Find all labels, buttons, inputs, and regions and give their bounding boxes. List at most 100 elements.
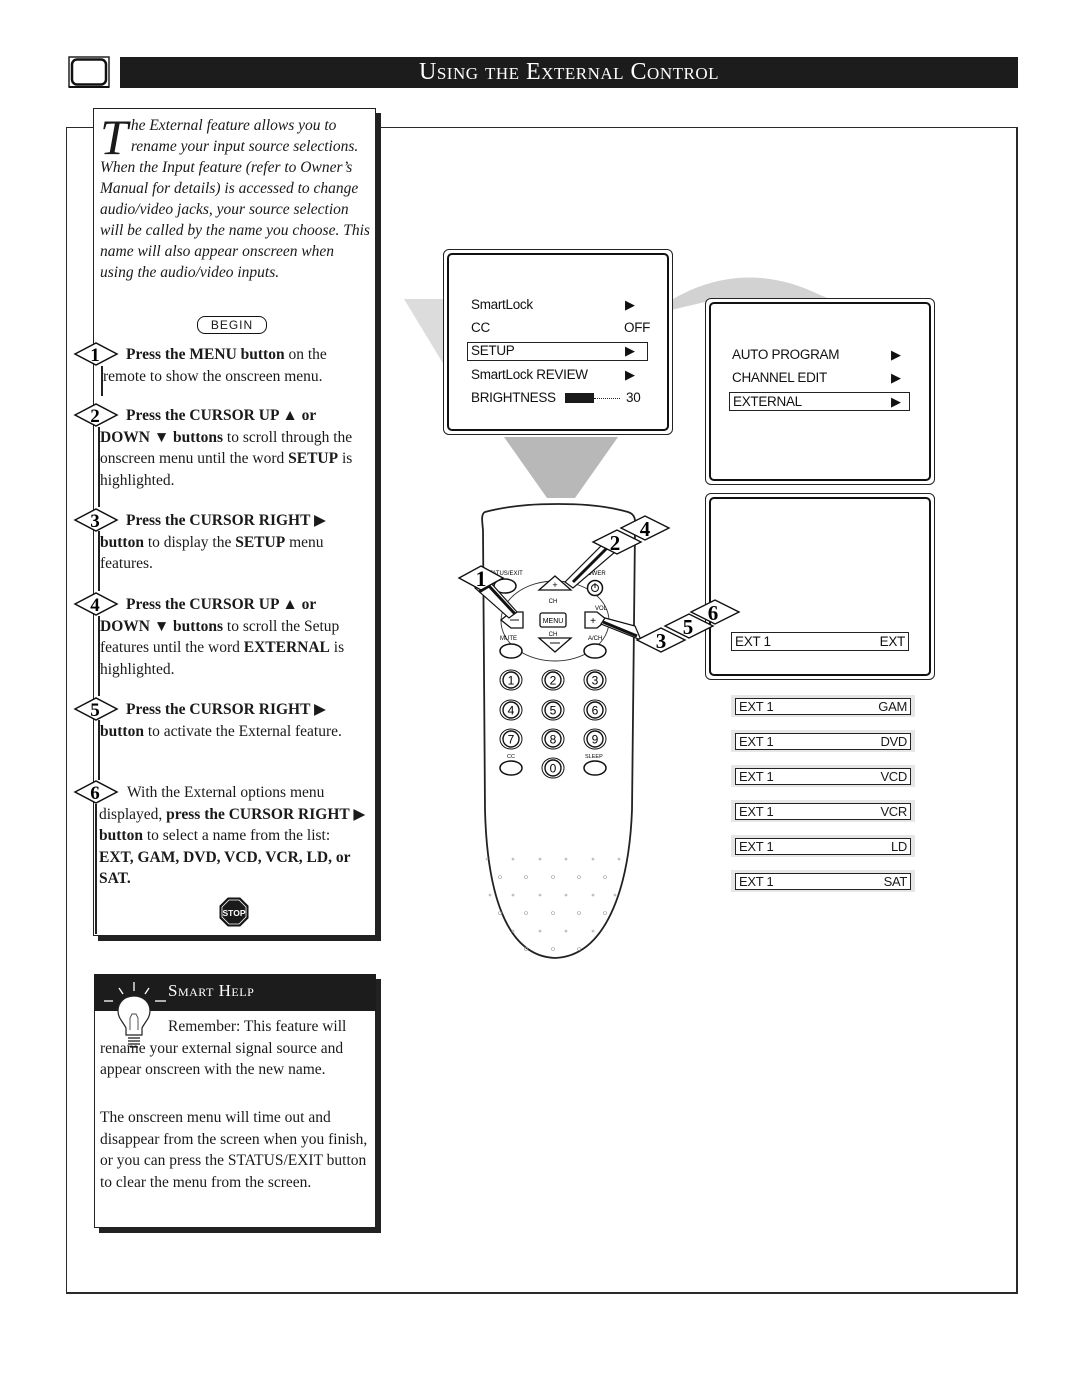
option-source: EXT 1 — [739, 839, 774, 854]
option-value: LD — [890, 839, 907, 854]
cc-button — [499, 760, 523, 776]
digit-key-5: 5 — [541, 699, 565, 721]
option-source: EXT 1 — [739, 874, 774, 889]
digit-label: 6 — [592, 704, 599, 718]
step-2-text: Press the CURSOR UP ▲ or DOWN ▼ buttons … — [100, 405, 368, 491]
stop-label: STOP — [223, 908, 246, 918]
smart-help-para1-text: Remember: This feature will rename your … — [100, 1018, 347, 1078]
callout-number-3: 3 — [656, 629, 667, 653]
step-3-rest: to display the — [143, 533, 236, 551]
option-value: DVD — [880, 734, 907, 749]
step-2-number: 2 — [90, 406, 100, 427]
tv-icon — [68, 56, 110, 88]
smart-help-para1: Remember: This feature will rename your … — [100, 1016, 373, 1081]
menu-item-smartlock: SmartLock — [471, 297, 533, 312]
option-value: SAT — [883, 874, 908, 889]
smart-help-para2: The onscreen menu will time out and disa… — [100, 1109, 368, 1191]
option-value: VCR — [880, 804, 907, 819]
cc-label: CC — [507, 754, 515, 760]
menu-item-auto-program: AUTO PROGRAM — [732, 347, 840, 362]
chevron-right-icon: ▶ — [625, 367, 635, 382]
speaker-hole — [488, 893, 492, 897]
brightness-bar-fill — [565, 393, 594, 403]
external-option-row: EXT 1 VCD — [731, 765, 915, 787]
chevron-right-icon: ▶ — [625, 343, 635, 358]
digit-label: 2 — [550, 674, 557, 688]
step-5-number: 5 — [90, 700, 100, 721]
intro-dropcap: T — [100, 109, 128, 165]
step-2-bold2: SETUP — [288, 450, 339, 467]
external-option-row: EXT 1 LD — [731, 835, 915, 857]
step-5-text: Press the CURSOR RIGHT ▶ button to activ… — [100, 699, 362, 742]
begin-badge: BEGIN — [197, 316, 267, 334]
step-4-text: Press the CURSOR UP ▲ or DOWN ▼ buttons … — [100, 594, 368, 680]
digit-key-1: 1 — [499, 669, 523, 691]
digit-label: 1 — [508, 674, 515, 688]
step-3-bold2: SETUP — [235, 533, 286, 551]
digit-label: 3 — [592, 674, 599, 688]
callout-badges: 1 2 4 3 5 6 — [457, 515, 741, 653]
menu-item-channel-edit: CHANNEL EDIT — [732, 370, 827, 385]
brightness-bar-track — [594, 398, 620, 399]
menu-item-brightness-value: 30 — [626, 390, 641, 405]
digit-key-3: 3 — [583, 669, 607, 691]
external-source-row: EXT 1 EXT — [731, 632, 909, 651]
step-4-bold2: EXTERNAL — [243, 639, 330, 656]
digit-key-4: 4 — [499, 699, 523, 721]
external-option-row: EXT 1 VCR — [731, 800, 915, 822]
external-source-value: EXT — [879, 634, 906, 649]
digit-label: 4 — [508, 704, 515, 718]
digit-label: 9 — [592, 733, 599, 747]
callout-number-6: 6 — [708, 601, 719, 625]
step-4-number: 4 — [90, 595, 100, 616]
digit-key-8: 8 — [541, 728, 565, 750]
digit-key-9: 9 — [583, 728, 607, 750]
menu-item-external: EXTERNAL — [733, 394, 802, 409]
chevron-right-icon: ▶ — [625, 297, 635, 312]
callout-number-2: 2 — [610, 531, 621, 555]
sleep-label: SLEEP — [585, 754, 603, 760]
option-value: VCD — [880, 769, 907, 784]
callout-number-1: 1 — [476, 566, 487, 591]
callout-number-4: 4 — [640, 517, 651, 541]
option-source: EXT 1 — [739, 734, 774, 749]
external-option-row: EXT 1 GAM — [731, 695, 915, 717]
intro-paragraph: The External feature allows you to renam… — [100, 109, 370, 283]
chevron-right-icon: ▶ — [891, 347, 901, 362]
digit-key-0: 0 — [541, 757, 565, 779]
option-value: GAM — [878, 699, 907, 714]
step-1-text: Press the MENU button on the remote to s… — [103, 344, 365, 387]
step-1-bold: Press the MENU button — [126, 346, 285, 363]
chevron-right-icon: ▶ — [891, 394, 901, 409]
menu-item-cc: CC — [471, 320, 490, 335]
digit-key-6: 6 — [583, 699, 607, 721]
step-6-bold2: EXT, GAM, DVD, VCD, VCR, LD, or SAT. — [99, 848, 351, 888]
external-option-row: EXT 1 DVD — [731, 730, 915, 752]
step-1-number: 1 — [90, 345, 100, 366]
digit-key-2: 2 — [541, 669, 565, 691]
option-source: EXT 1 — [739, 699, 774, 714]
page-title-bar: Using the External Control — [120, 57, 1018, 88]
menu-item-brightness: BRIGHTNESS — [471, 390, 556, 405]
speaker-hole — [485, 857, 489, 861]
step-3-number: 3 — [90, 511, 100, 532]
digit-key-7: 7 — [499, 728, 523, 750]
step-6-rest: to select a name from the list: — [142, 827, 331, 844]
callout-number-5: 5 — [683, 615, 694, 639]
step-6-text: With the External options menu displayed… — [99, 782, 367, 890]
digit-label: 7 — [508, 733, 515, 747]
chevron-right-icon: ▶ — [891, 370, 901, 385]
digit-label: 8 — [550, 733, 557, 747]
step-connector — [95, 804, 97, 934]
menu-item-setup: SETUP — [471, 343, 515, 358]
intro-text: he External feature allows you to rename… — [100, 117, 370, 281]
external-option-row: EXT 1 SAT — [731, 870, 915, 892]
digit-label: 0 — [550, 762, 557, 776]
option-source: EXT 1 — [739, 804, 774, 819]
digit-label: 5 — [550, 704, 557, 718]
step-5-rest: to activate the External feature. — [143, 722, 342, 740]
smart-help-title: Smart Help — [168, 981, 255, 1000]
page-title: Using the External Control — [419, 59, 719, 85]
menu-item-smartlock-review: SmartLock REVIEW — [471, 367, 588, 382]
menu-item-cc-value: OFF — [624, 320, 651, 335]
